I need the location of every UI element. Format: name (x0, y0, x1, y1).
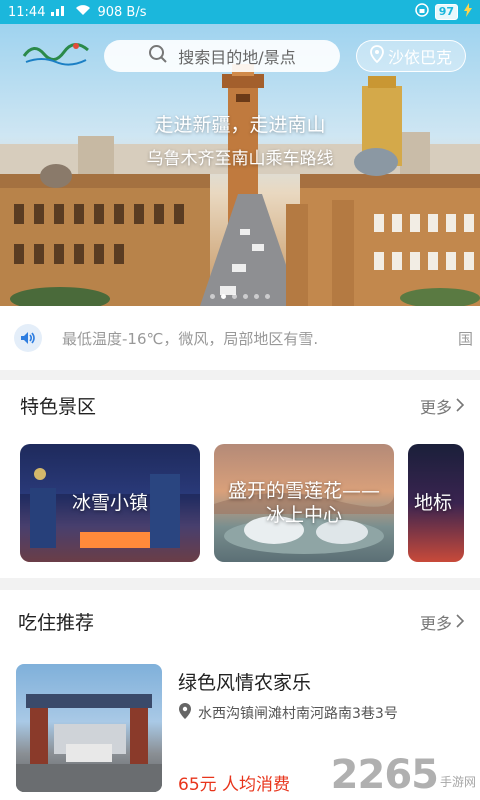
speaker-icon (14, 324, 42, 352)
dining-name: 绿色风情农家乐 (178, 672, 312, 694)
attraction-label: 盛开的雪莲花——冰上中心 (227, 480, 380, 526)
charging-icon (464, 3, 472, 21)
hero-banner[interactable]: 搜索目的地/景点 沙依巴克 走进新疆，走进南山 乌鲁木齐至南山乘车路线 (0, 24, 480, 306)
watermark-tag: 手游网 (439, 775, 476, 789)
location-pin-icon (178, 702, 192, 724)
attraction-label: 冰雪小镇 (71, 492, 148, 514)
dining-header: 吃住推荐 更多 (0, 590, 480, 638)
more-label: 更多 (419, 614, 452, 633)
carousel-dot (243, 294, 248, 299)
chevron-right-icon (456, 397, 465, 416)
network-speed: 908 B/s (97, 4, 147, 20)
dining-address: 水西沟镇闸滩村南河路南3巷3号 (178, 702, 398, 724)
chevron-right-icon (456, 613, 465, 632)
location-selector[interactable]: 沙依巴克 (356, 40, 466, 72)
featured-carousel[interactable]: 冰雪小镇 盛开的雪莲花——冰上中心 地标 (20, 444, 464, 562)
search-icon (148, 44, 168, 68)
app-logo[interactable] (22, 38, 90, 68)
search-input[interactable]: 搜索目的地/景点 (104, 40, 340, 72)
carousel-dot (254, 294, 259, 299)
dining-price: 65元 人均消费 (178, 775, 291, 795)
status-bar: 11:44 908 B/s 97 (0, 0, 480, 24)
watermark-number: 2265 (330, 752, 439, 798)
app-screen: 11:44 908 B/s 97 搜索目的地/景点 沙依巴克 走进新疆，走进南山… (0, 0, 480, 800)
featured-section: 特色景区 更多 冰雪小镇 盛开的雪莲花——冰上中心 地标 (0, 380, 480, 578)
carousel-indicator (0, 294, 480, 299)
weather-notice[interactable]: 最低温度-16℃，微风，局部地区有雪. 国 (0, 306, 480, 370)
battery-indicator: 97 (434, 4, 458, 20)
featured-title: 特色景区 (20, 396, 97, 418)
status-time: 11:44 (8, 4, 46, 20)
dining-title: 吃住推荐 (18, 612, 95, 634)
carousel-dot-active (221, 294, 226, 299)
site-watermark: 2265 手游网 (331, 752, 476, 798)
more-label: 更多 (419, 398, 452, 417)
attraction-card[interactable]: 地标 (408, 444, 464, 562)
featured-more-button[interactable]: 更多 (419, 394, 465, 418)
featured-header: 特色景区 更多 (0, 380, 480, 428)
location-label: 沙依巴克 (387, 48, 452, 67)
notice-overflow-text: 国 (458, 330, 474, 348)
location-pin-icon (370, 45, 384, 67)
wifi-icon (75, 4, 91, 20)
carousel-dot (265, 294, 270, 299)
attraction-card[interactable]: 冰雪小镇 (20, 444, 200, 562)
hero-subtitle: 乌鲁木齐至南山乘车路线 (146, 149, 334, 169)
dining-more-button[interactable]: 更多 (419, 610, 465, 634)
search-placeholder: 搜索目的地/景点 (178, 48, 296, 67)
farmhouse-image (16, 664, 162, 792)
attraction-card[interactable]: 盛开的雪莲花——冰上中心 (214, 444, 394, 562)
notice-text: 最低温度-16℃，微风，局部地区有雪. (62, 330, 319, 348)
carousel-dot (210, 294, 215, 299)
signal-icon (51, 4, 69, 20)
lock-icon (414, 3, 429, 21)
attraction-label: 地标 (414, 492, 453, 514)
dining-address-text: 水西沟镇闸滩村南河路南3巷3号 (198, 706, 398, 722)
hero-title: 走进新疆，走进南山 (154, 114, 326, 136)
carousel-dot (232, 294, 237, 299)
